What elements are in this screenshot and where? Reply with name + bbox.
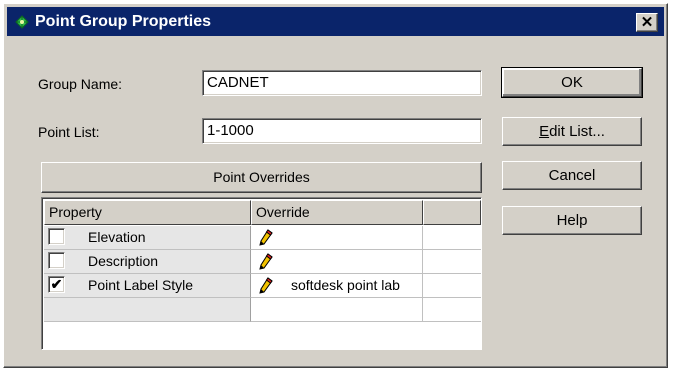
edit-list-label: dit List... (549, 123, 605, 140)
description-label: Description (88, 253, 159, 269)
dialog-title: Point Group Properties (35, 13, 212, 30)
table-row-empty-property[interactable] (44, 298, 251, 322)
cancel-button[interactable]: Cancel (502, 161, 642, 190)
table-row-elevation-extra (423, 226, 481, 250)
pencil-icon[interactable] (259, 253, 273, 270)
edit-list-button[interactable]: Edit List... (502, 117, 642, 146)
point-label-style-checkbox[interactable]: ✔ (48, 276, 65, 293)
close-icon: ✕ (640, 14, 654, 31)
table-row-elevation-override[interactable] (251, 226, 423, 250)
ok-button[interactable]: OK (501, 67, 643, 98)
table-row-point-label-style-extra (423, 274, 481, 298)
point-group-app-icon (13, 13, 31, 31)
edit-list-mnemonic: E (539, 123, 550, 140)
point-overrides-header: Point Overrides (41, 162, 482, 193)
table-row-description-extra (423, 250, 481, 274)
help-button[interactable]: Help (502, 206, 642, 235)
column-header-extra[interactable] (423, 200, 481, 225)
point-group-properties-dialog: Point Group Properties ✕ Group Name: CAD… (3, 3, 668, 368)
elevation-checkbox[interactable] (48, 228, 65, 245)
table-row-point-label-style-override[interactable]: softdesk point lab (251, 274, 423, 298)
pencil-icon[interactable] (259, 277, 273, 294)
description-checkbox[interactable] (48, 252, 65, 269)
table-row-empty-extra (423, 298, 481, 322)
point-label-style-label: Point Label Style (88, 277, 194, 293)
group-name-input[interactable]: CADNET (202, 70, 482, 96)
elevation-label: Elevation (88, 229, 146, 245)
column-header-override[interactable]: Override (251, 200, 423, 225)
point-label-style-override-value: softdesk point lab (291, 277, 400, 293)
point-list-input[interactable]: 1-1000 (202, 118, 482, 144)
title-bar[interactable]: Point Group Properties ✕ (7, 7, 664, 36)
table-row-description-override[interactable] (251, 250, 423, 274)
table-row-point-label-style-property[interactable]: ✔ Point Label Style (44, 274, 251, 298)
group-name-label: Group Name: (38, 76, 123, 92)
close-button[interactable]: ✕ (636, 13, 658, 32)
table-row-empty-override[interactable] (251, 298, 423, 322)
point-overrides-grid[interactable]: Property Override Elevation Description (41, 197, 482, 350)
column-header-property[interactable]: Property (44, 200, 251, 225)
point-list-label: Point List: (38, 124, 100, 140)
table-row-description-property[interactable]: Description (44, 250, 251, 274)
pencil-icon[interactable] (259, 229, 273, 246)
table-row-elevation-property[interactable]: Elevation (44, 226, 251, 250)
